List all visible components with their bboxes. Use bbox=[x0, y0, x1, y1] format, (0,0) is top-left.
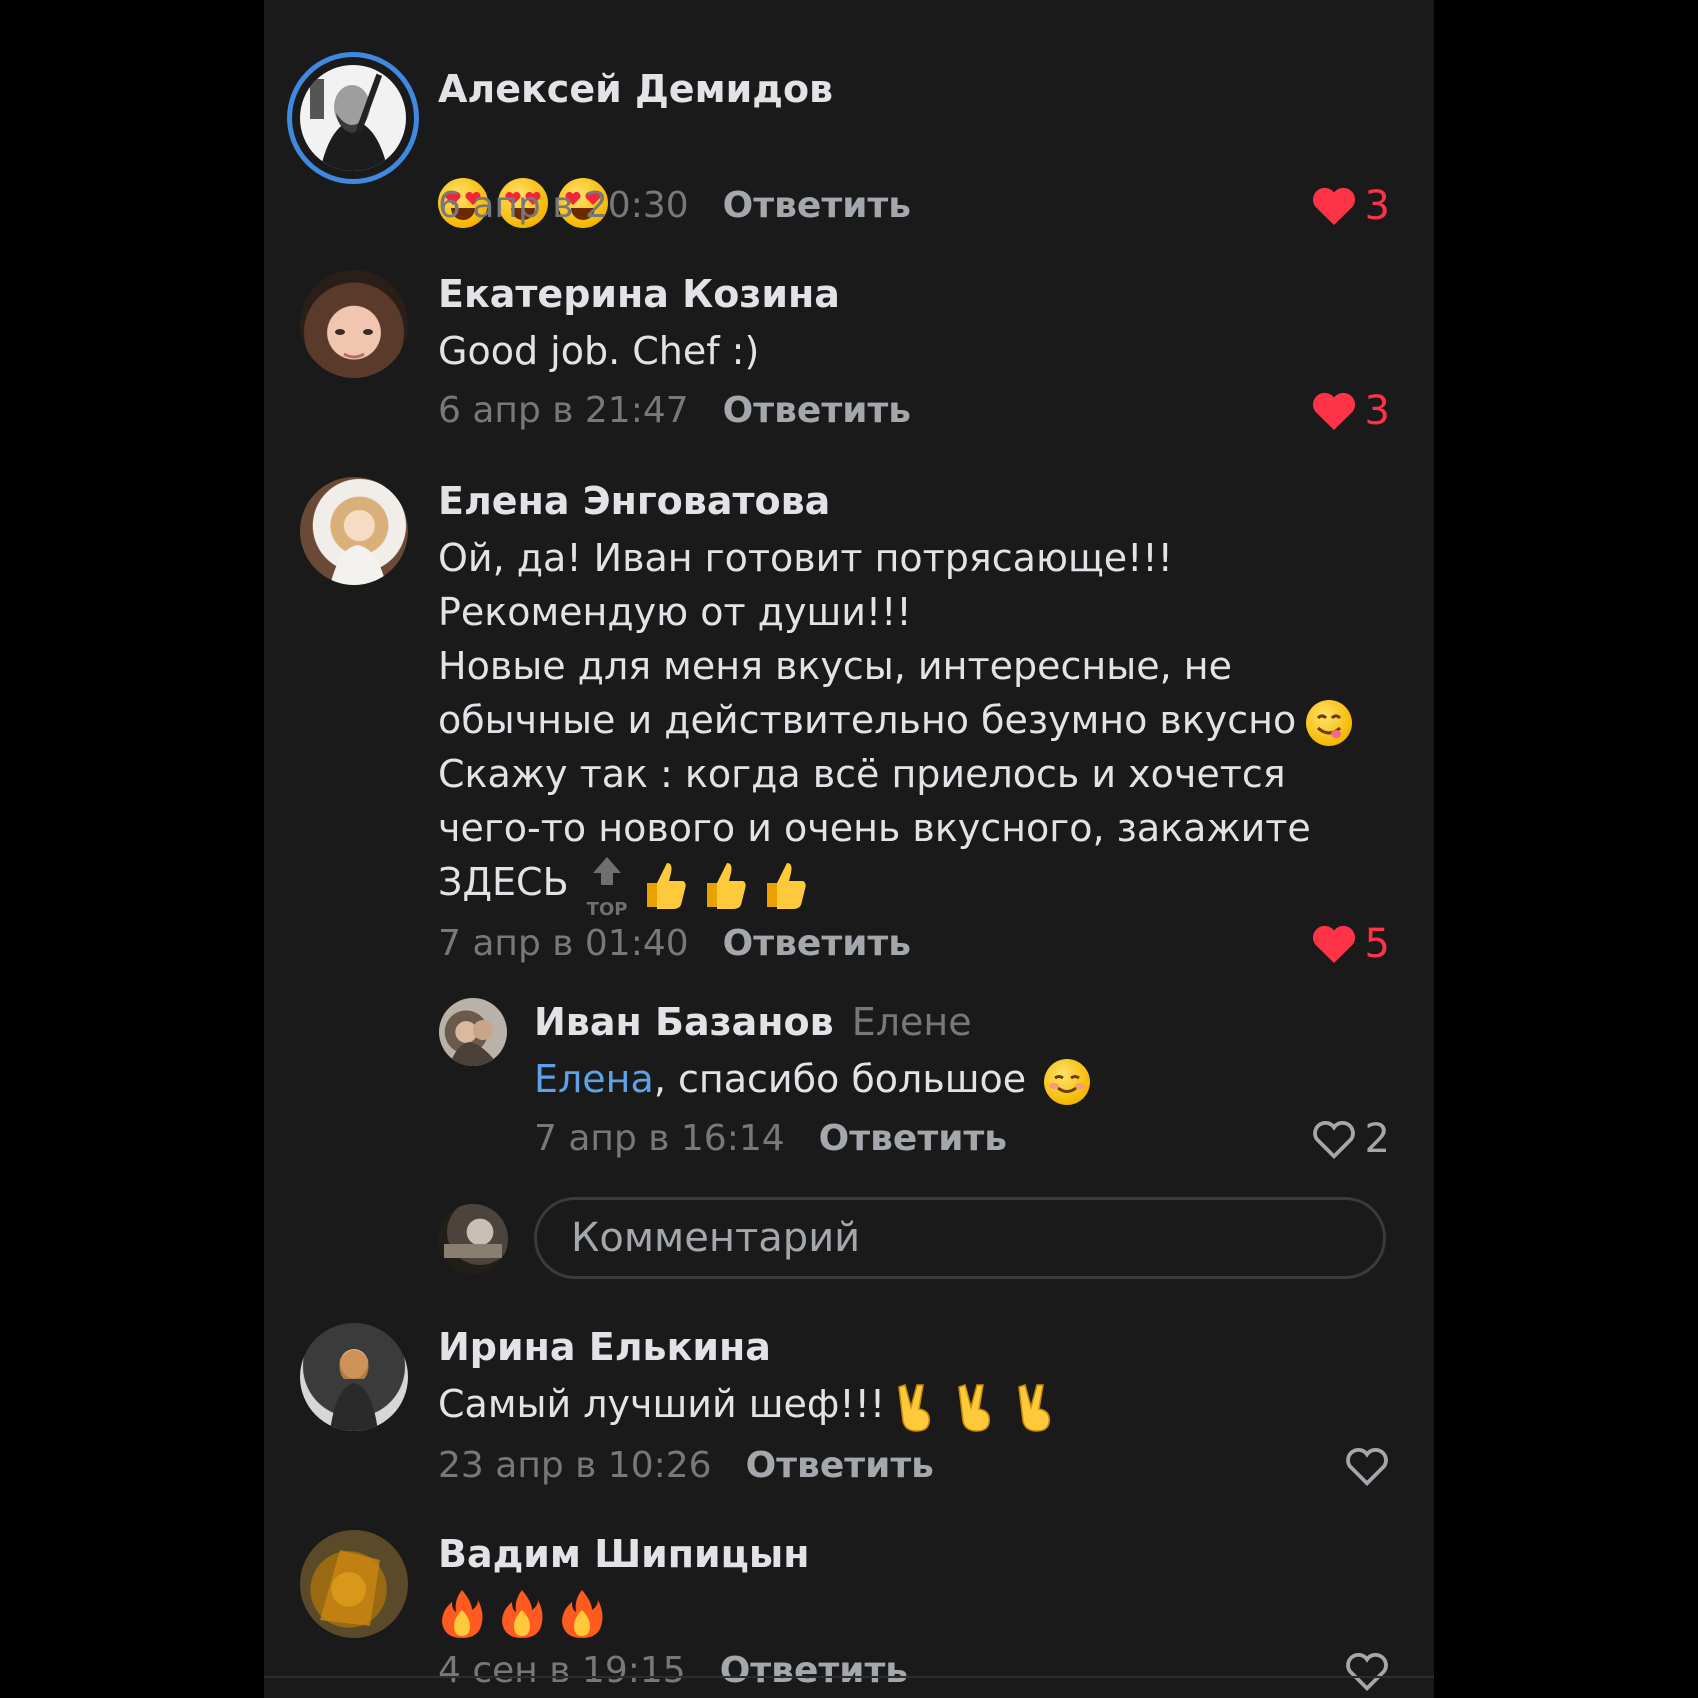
thumbs-up-emoji bbox=[766, 862, 806, 909]
victory-hand-emoji bbox=[958, 1383, 991, 1432]
avatar[interactable] bbox=[300, 477, 408, 585]
comment-meta: 23 апр в 10:26 Ответить bbox=[438, 1441, 1390, 1491]
comment-text: Елена, спасибо большое bbox=[534, 1052, 1390, 1106]
heart-outline-icon bbox=[1312, 1120, 1355, 1159]
comment-author[interactable]: Алексей Демидов bbox=[438, 65, 1390, 113]
like-button[interactable]: 2 bbox=[1311, 1114, 1390, 1164]
comment-input-placeholder: Комментарий bbox=[571, 1215, 861, 1261]
comment-text bbox=[438, 1584, 1390, 1638]
bottom-divider bbox=[264, 1676, 1434, 1678]
heart-outline-icon bbox=[1346, 1447, 1388, 1486]
fire-emoji bbox=[442, 1589, 483, 1638]
avatar-photo bbox=[444, 1244, 502, 1258]
comment-author[interactable]: Екатерина Козина bbox=[438, 270, 1390, 318]
comment-author[interactable]: Вадим Шипицын bbox=[438, 1530, 1390, 1578]
comment-time[interactable]: 6 апр в 20:30 bbox=[438, 185, 689, 226]
like-count: 3 bbox=[1364, 183, 1390, 229]
reply-button[interactable]: Ответить bbox=[746, 1445, 934, 1486]
heart-filled-icon bbox=[1312, 392, 1355, 431]
top-badge: TOP bbox=[587, 855, 631, 920]
current-user-avatar bbox=[438, 1204, 508, 1274]
like-count: 2 bbox=[1364, 1116, 1390, 1162]
like-button[interactable] bbox=[1344, 1646, 1390, 1696]
comment-meta: 4 сен в 19:15 Ответить bbox=[438, 1646, 1390, 1696]
fire-emoji bbox=[562, 1589, 603, 1638]
avatar-photo bbox=[335, 329, 373, 359]
comment-meta: 6 апр в 20:30 Ответить 3 bbox=[438, 181, 1390, 231]
avatar[interactable] bbox=[439, 998, 507, 1066]
heart-filled-icon bbox=[1312, 187, 1355, 226]
victory-hand-emoji bbox=[898, 1383, 931, 1432]
smiling-emoji bbox=[1044, 1058, 1091, 1105]
thumbs-up-emoji bbox=[706, 862, 746, 909]
comment-meta: 7 апр в 16:14 Ответить 2 bbox=[534, 1114, 1390, 1164]
like-button[interactable]: 5 bbox=[1311, 919, 1390, 969]
comment-text: Good job. Chef :) bbox=[438, 329, 760, 373]
comment-input[interactable]: Комментарий bbox=[534, 1197, 1386, 1279]
comment-time[interactable]: 4 сен в 19:15 bbox=[438, 1650, 686, 1691]
comment-text-part: Самый лучший шеф!!! bbox=[438, 1382, 886, 1426]
avatar-photo bbox=[330, 1349, 378, 1431]
avatar-photo bbox=[300, 65, 406, 171]
avatar-photo bbox=[330, 545, 386, 585]
fire-emoji bbox=[502, 1589, 543, 1638]
heart-filled-icon bbox=[1312, 925, 1355, 963]
comment-text: Ой, да! Иван готовит потрясающе!!! Реком… bbox=[438, 531, 1390, 920]
comment-time[interactable]: 7 апр в 01:40 bbox=[438, 923, 689, 964]
comment-meta: 7 апр в 01:40 Ответить 5 bbox=[438, 919, 1390, 969]
reply-text: , спасибо большое bbox=[653, 1057, 1027, 1101]
avatar[interactable] bbox=[300, 1323, 408, 1431]
comment-time[interactable]: 23 апр в 10:26 bbox=[438, 1445, 712, 1486]
comment-time[interactable]: 6 апр в 21:47 bbox=[438, 390, 689, 431]
reply-to[interactable]: Елене bbox=[852, 1000, 972, 1044]
avatar-photo bbox=[449, 1020, 499, 1066]
reply-author[interactable]: Иван Базанов bbox=[534, 1000, 834, 1044]
thumbs-up-emoji bbox=[646, 862, 686, 909]
comment-time[interactable]: 7 апр в 16:14 bbox=[534, 1118, 785, 1159]
avatar-photo bbox=[320, 1550, 380, 1626]
reply-button[interactable]: Ответить bbox=[723, 923, 911, 964]
comment-text bbox=[438, 119, 1390, 228]
comment-text-part: Ой, да! Иван готовит потрясающе!!! Реком… bbox=[438, 536, 1297, 742]
avatar[interactable] bbox=[300, 270, 408, 378]
reply-button[interactable]: Ответить bbox=[723, 390, 911, 431]
reply-button[interactable]: Ответить bbox=[819, 1118, 1007, 1159]
avatar[interactable] bbox=[300, 1530, 408, 1638]
comment-author: Иван Базанов Елене bbox=[534, 998, 1390, 1046]
like-count: 3 bbox=[1364, 388, 1390, 434]
avatar[interactable] bbox=[287, 52, 419, 184]
yum-emoji bbox=[1306, 699, 1353, 746]
like-count: 5 bbox=[1364, 920, 1390, 967]
like-button[interactable]: 3 bbox=[1311, 181, 1390, 231]
like-button[interactable] bbox=[1344, 1441, 1390, 1491]
comment-text: Самый лучший шеф!!! bbox=[438, 1377, 1390, 1433]
comments-panel: Алексей Демидов 6 апр в 20:30 Ответить 3 bbox=[264, 0, 1434, 1698]
mention-link[interactable]: Елена bbox=[534, 1057, 654, 1101]
like-button[interactable]: 3 bbox=[1311, 386, 1390, 436]
comment-author[interactable]: Ирина Елькина bbox=[438, 1323, 1390, 1371]
reply-input-row: Комментарий bbox=[264, 1197, 1434, 1279]
reply-button[interactable]: Ответить bbox=[723, 185, 911, 226]
comment-text-part: Скажу так : когда всё приелось и хочется… bbox=[438, 752, 1311, 904]
reply-button[interactable]: Ответить bbox=[720, 1650, 908, 1691]
victory-hand-emoji bbox=[1018, 1383, 1051, 1432]
comment-meta: 6 апр в 21:47 Ответить 3 bbox=[438, 386, 1390, 436]
comment-author[interactable]: Елена Энговатова bbox=[438, 477, 1390, 525]
heart-outline-icon bbox=[1346, 1652, 1388, 1691]
